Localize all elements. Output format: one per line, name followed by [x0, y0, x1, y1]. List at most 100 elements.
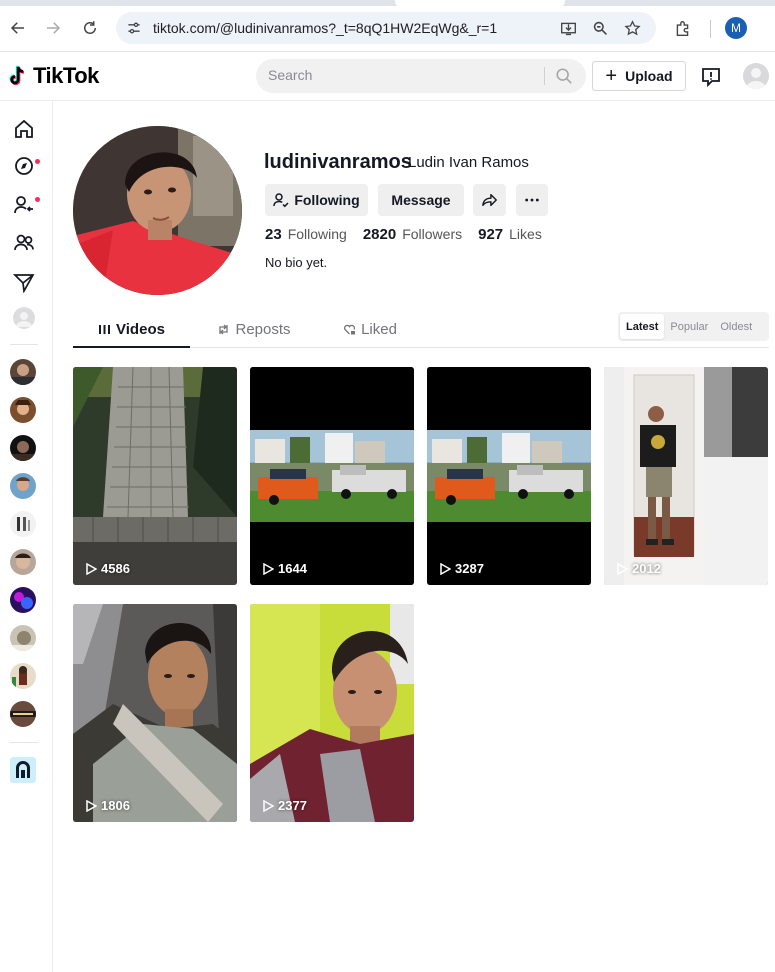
view-count-value: 2012	[632, 561, 661, 576]
browser-profile-avatar[interactable]: M	[725, 17, 747, 39]
ellipsis-icon	[525, 198, 539, 202]
video-thumbnail	[73, 367, 237, 585]
extensions-puzzle-icon[interactable]	[672, 18, 692, 38]
messages-send-icon[interactable]	[12, 270, 36, 294]
explore-compass-icon[interactable]	[12, 154, 36, 178]
sort-toggle: Latest Popular Oldest	[618, 312, 769, 341]
share-button[interactable]	[473, 184, 506, 216]
video-thumbnail	[250, 367, 414, 585]
view-count-value: 1806	[101, 798, 130, 813]
followed-account-avatar[interactable]	[10, 549, 36, 575]
followers-count-label[interactable]: Followers	[402, 226, 462, 242]
explore-notification-dot	[35, 159, 40, 164]
video-card[interactable]: 2377	[250, 604, 414, 822]
play-icon	[263, 562, 274, 575]
followed-account-avatar[interactable]	[10, 663, 36, 689]
following-button[interactable]: Following	[265, 184, 368, 216]
home-icon[interactable]	[12, 117, 36, 141]
left-sidebar	[0, 101, 53, 972]
upload-button[interactable]: + Upload	[592, 61, 686, 91]
following-count-label[interactable]: Following	[288, 226, 347, 242]
share-arrow-icon	[481, 193, 497, 207]
more-options-button[interactable]	[516, 184, 548, 216]
view-count: 2012	[616, 561, 661, 576]
followed-account-avatar[interactable]	[10, 701, 36, 727]
view-count-value: 1644	[278, 561, 307, 576]
forward-arrow-icon[interactable]	[40, 15, 66, 41]
view-count: 4586	[85, 561, 130, 576]
play-icon	[86, 562, 97, 575]
tab-reposts[interactable]: Reposts	[203, 312, 305, 347]
following-notification-dot	[35, 197, 40, 202]
followed-account-avatar[interactable]	[10, 625, 36, 651]
tab-videos[interactable]: Videos	[73, 312, 190, 348]
back-arrow-icon[interactable]	[5, 15, 31, 41]
video-card[interactable]: 1806	[73, 604, 237, 822]
live-studio-icon[interactable]	[10, 757, 36, 783]
url-text: tiktok.com/@ludinivanramos?_t=8qQ1HW2EqW…	[153, 20, 498, 36]
grid-icon	[99, 324, 111, 334]
user-check-icon	[273, 193, 289, 208]
tiktok-logo[interactable]: TikTok	[8, 62, 99, 90]
video-card[interactable]: 2012	[604, 367, 768, 585]
tab-liked-label: Liked	[361, 321, 397, 338]
video-thumbnail	[427, 367, 591, 585]
video-card[interactable]: 4586	[73, 367, 237, 585]
liked-heart-lock-icon	[344, 324, 356, 335]
profile-username: ludinivanramos	[264, 151, 412, 173]
play-icon	[263, 799, 274, 812]
address-bar[interactable]: tiktok.com/@ludinivanramos?_t=8qQ1HW2EqW…	[116, 12, 656, 44]
followed-account-avatar[interactable]	[10, 359, 36, 385]
upload-label: Upload	[625, 68, 673, 84]
profile-nickname: Ludin Ivan Ramos	[408, 154, 529, 171]
video-thumbnail	[73, 604, 237, 822]
site-settings-icon[interactable]	[124, 18, 144, 38]
tab-videos-label: Videos	[116, 320, 165, 338]
zoom-icon[interactable]	[590, 18, 610, 38]
play-icon	[86, 799, 97, 812]
view-count: 3287	[439, 561, 484, 576]
following-button-label: Following	[294, 192, 360, 208]
following-icon[interactable]	[12, 193, 36, 217]
tab-reposts-label: Reposts	[235, 321, 291, 338]
brand-name: TikTok	[33, 63, 99, 88]
profile-avatar	[73, 126, 242, 295]
tiktok-note-icon	[9, 65, 25, 86]
view-count: 1644	[262, 561, 307, 576]
followed-account-avatar[interactable]	[10, 587, 36, 613]
sidebar-divider	[10, 344, 38, 345]
toolbar-divider	[710, 20, 711, 38]
sort-latest[interactable]: Latest	[620, 314, 665, 339]
play-icon	[440, 562, 451, 575]
followed-account-avatar[interactable]	[10, 511, 36, 537]
followed-account-avatar[interactable]	[10, 473, 36, 499]
profile-stats: 23 Following 2820 Followers 927 Likes	[265, 226, 558, 243]
profile-icon[interactable]	[13, 307, 35, 329]
sort-oldest[interactable]: Oldest	[714, 314, 758, 339]
reload-icon[interactable]	[77, 15, 103, 41]
bookmark-star-icon[interactable]	[622, 18, 642, 38]
user-avatar[interactable]	[743, 63, 769, 89]
search-input[interactable]	[268, 67, 538, 83]
tab-liked[interactable]: Liked	[330, 312, 410, 347]
view-count: 2377	[262, 798, 307, 813]
install-app-icon[interactable]	[558, 18, 578, 38]
likes-count: 927	[478, 226, 504, 243]
friends-icon[interactable]	[12, 231, 36, 255]
followed-account-avatar[interactable]	[10, 435, 36, 461]
video-thumbnail	[250, 604, 414, 822]
followed-account-avatar[interactable]	[10, 397, 36, 423]
inbox-icon[interactable]	[700, 66, 722, 88]
following-count: 23	[265, 226, 282, 243]
search-icon[interactable]	[554, 66, 574, 86]
repost-icon	[219, 324, 229, 335]
sort-popular[interactable]: Popular	[664, 314, 714, 339]
profile-bio: No bio yet.	[265, 255, 328, 270]
video-card[interactable]: 1644	[250, 367, 414, 585]
search-divider	[544, 67, 545, 85]
video-card[interactable]: 3287	[427, 367, 591, 585]
play-icon	[617, 562, 628, 575]
message-button[interactable]: Message	[378, 184, 464, 216]
tiktok-header: TikTok + Upload	[0, 52, 775, 101]
view-count: 1806	[85, 798, 130, 813]
